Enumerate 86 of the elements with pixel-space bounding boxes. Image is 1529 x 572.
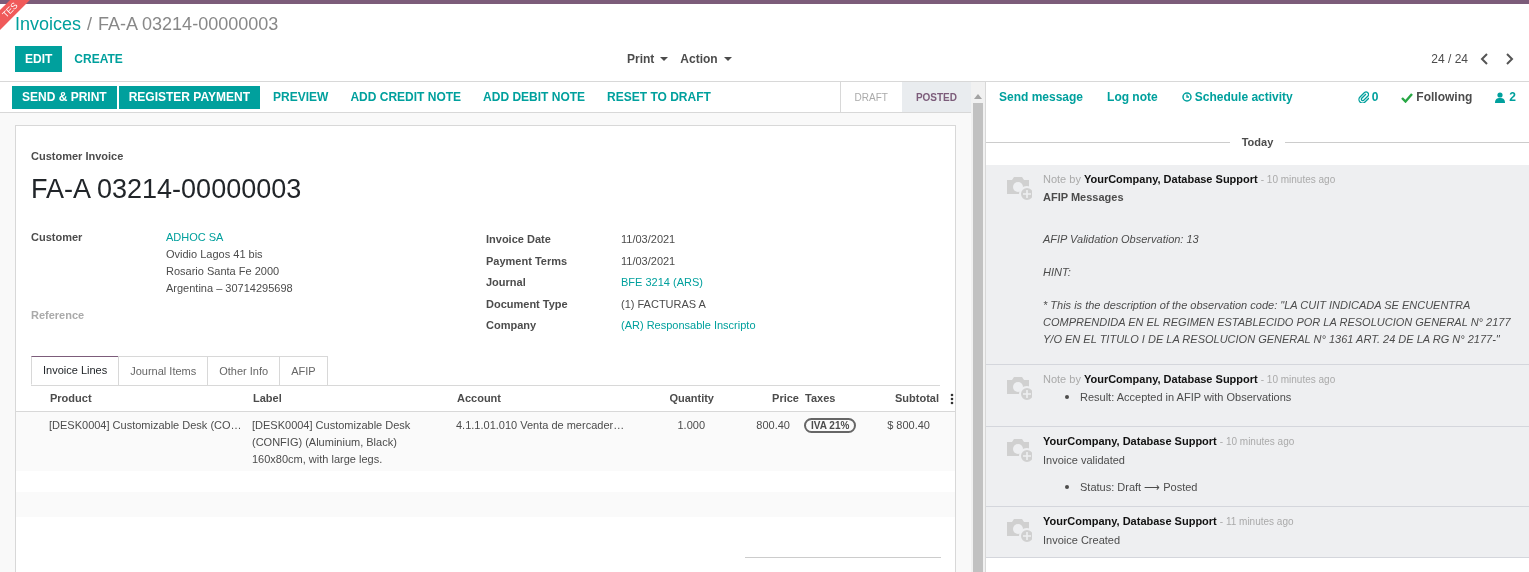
document-type: Customer Invoice [31,149,125,164]
chatter-action[interactable]: Log note [1107,88,1158,106]
date-separator: Today [1240,135,1275,150]
header-button[interactable]: ADD CREDIT NOTE [339,85,473,109]
person-icon [1495,91,1506,103]
field-value: 11/03/2021 [621,232,676,247]
field-label: Journal [486,275,527,290]
header-button[interactable]: SEND & PRINT [12,85,117,109]
checkmark-icon [1401,91,1414,103]
message-subject: AFIP Messages [1043,189,1125,205]
bullet-icon [1065,485,1069,489]
chatter-action[interactable]: Schedule activity [1181,88,1293,106]
table-cell-text: 1.000 [676,418,706,433]
field-link[interactable]: (AR) Responsable Inscripto [621,317,756,334]
tab[interactable]: Journal Items [118,356,209,385]
breadcrumb-current: FA-A 03214-00000003 [98,12,279,36]
field-label: Payment Terms [486,253,569,269]
chatter-action[interactable]: Send message [999,88,1084,106]
caret-icon [723,57,732,61]
message-text: Result: Accepted in AFIP with Observations [1080,389,1292,405]
message-text: Invoice Created [1043,532,1122,548]
scrollbar-thumb[interactable] [973,103,983,572]
message-text: Status: Draft ⟶ Posted [1080,479,1198,495]
address-line: Ovidio Lagos 41 bis [166,246,264,262]
attachments-button[interactable]: 0 [1357,88,1379,106]
table-cell-text: 4.1.1.01.010 Venta de mercader… [456,418,626,433]
followers-button[interactable]: 2 [1495,88,1516,106]
tab[interactable]: AFIP [279,356,328,385]
invoice-number: FA-A 03214-00000003 [31,172,303,206]
status-step[interactable]: POSTED [901,82,971,112]
customer-link[interactable]: ADHOC SA [166,228,293,246]
column-header[interactable]: Product [49,390,252,407]
message-text: * This is the description of the observation code: "LA CUIT INDICADA SE ENCUENTRA COMPRENDIDA EN EL REGIMEN ESTABLECIDO POR LA RESOLUCION GENERAL N° 2177 Y/O EN EL TITULO I DE LA RESOLUCION GENERAL N° 1361 ART. 24 DE LA RG N° 2177-" [1043,297,1512,347]
create-button[interactable]: CREATE [64,46,133,72]
field-label: Customer [31,229,84,245]
table-cell-text: [DESK0004] Customizable Desk (CO… [49,418,243,433]
note-prefix: Note by [1043,371,1081,387]
table-cell-text: $ 800.40 [886,418,931,433]
clock-icon [1181,92,1192,102]
message-author: YourCompany, Database Support [1083,371,1258,387]
field-label: Invoice Date [486,232,552,247]
column-header[interactable]: Label [252,390,456,407]
header-button[interactable]: PREVIEW [262,85,340,109]
address-line: Rosario Santa Fe 2000 [166,263,281,279]
column-header[interactable]: Quantity [639,390,719,407]
message-time: - 10 minutes ago [1260,172,1336,187]
field-link[interactable]: BFE 3214 (ARS) [621,274,703,291]
message-text: Invoice validated [1043,452,1126,468]
tax-tag: IVA 21% [804,418,857,433]
breadcrumb-separator: / [87,12,93,36]
message-time: - 10 minutes ago [1219,434,1295,449]
header-button[interactable]: RESET TO DRAFT [596,85,722,109]
bullet-icon [1065,395,1069,399]
table-cell-text: [DESK0004] Customizable Desk (CONFIG) (Aluminium, Black) 160x80cm, with large legs. [252,418,412,467]
field-label: Reference [31,307,86,323]
column-header[interactable]: Price [719,390,804,407]
edit-button[interactable]: EDIT [15,46,63,72]
message-text: AFIP Validation Observation: 13 [1043,231,1200,247]
next-icon[interactable] [1505,53,1514,65]
field-label: Document Type [486,296,569,312]
message-time: - 10 minutes ago [1260,372,1336,387]
field-label: Company [486,318,538,333]
dropdown-button[interactable]: Action [680,50,732,68]
paperclip-icon [1357,91,1369,103]
note-prefix: Note by [1043,171,1081,187]
column-header[interactable]: Subtotal [884,390,944,407]
address-line: Argentina – 30714295698 [166,280,293,296]
caret-icon [660,57,669,61]
message-author: YourCompany, Database Support [1083,171,1258,187]
message-time: - 11 minutes ago [1219,514,1294,529]
dropdown-button[interactable]: Print [627,50,669,68]
field-value: 11/03/2021 [621,253,676,269]
header-button[interactable]: REGISTER PAYMENT [118,85,261,109]
tab[interactable]: Invoice Lines [31,356,120,385]
message-author: YourCompany, Database Support [1043,513,1217,529]
message-author: YourCompany, Database Support [1043,433,1217,449]
message-text: HINT: [1043,264,1072,280]
column-menu-icon[interactable] [950,392,954,405]
previous-icon[interactable] [1480,53,1489,65]
following-button[interactable]: Following [1401,88,1473,106]
table-cell-text: 800.40 [755,418,791,433]
pager-text: 24 / 24 [1431,51,1468,68]
column-header[interactable]: Account [456,390,639,407]
header-button[interactable]: ADD DEBIT NOTE [472,85,597,109]
column-header[interactable]: Taxes [804,390,884,407]
field-value: (1) FACTURAS A [621,296,706,312]
